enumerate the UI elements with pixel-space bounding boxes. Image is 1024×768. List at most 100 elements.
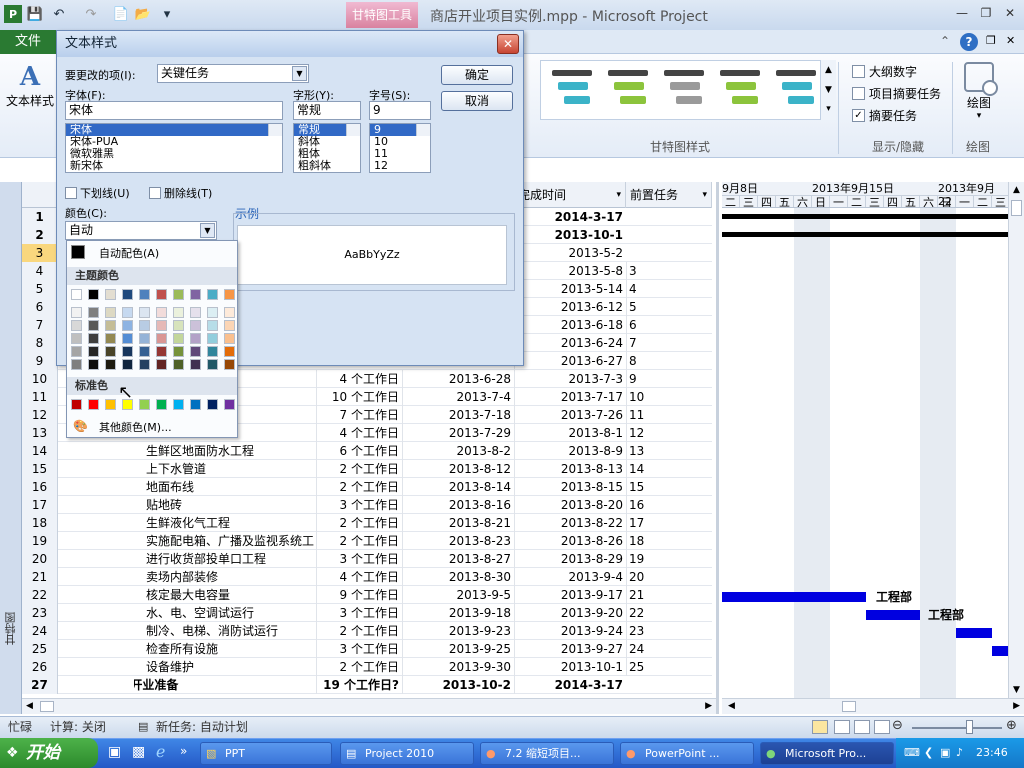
start-cell[interactable]: 2013-8-14: [402, 478, 514, 496]
duration-cell[interactable]: 2 个工作日: [316, 514, 402, 532]
ok-button[interactable]: 确定: [441, 65, 513, 85]
table-row[interactable]: 17 贴地砖 3 个工作日 2013-8-16 2013-8-20 16: [22, 496, 712, 514]
finish-cell[interactable]: 2013-7-3: [514, 370, 626, 388]
duration-cell[interactable]: 2 个工作日: [316, 622, 402, 640]
theme-color-shade[interactable]: [224, 320, 235, 331]
table-row[interactable]: 15 上下水管道 2 个工作日 2013-8-12 2013-8-13 14: [22, 460, 712, 478]
predecessors-cell[interactable]: 20: [626, 568, 712, 586]
zoom-out-icon[interactable]: ⊖: [892, 718, 903, 733]
finish-cell[interactable]: 2013-8-13: [514, 460, 626, 478]
taskbar-button-powerpoint[interactable]: ● PowerPoint ...: [620, 742, 754, 765]
start-cell[interactable]: 2013-7-29: [402, 424, 514, 442]
summary-tasks-checkbox[interactable]: ✓ 摘要任务: [852, 106, 952, 124]
duration-cell[interactable]: 3 个工作日: [316, 604, 402, 622]
finish-cell[interactable]: 2013-5-2: [514, 244, 626, 262]
item-to-change-select[interactable]: 关键任务 ▼: [157, 64, 309, 83]
list-scrollbar[interactable]: [416, 124, 430, 136]
duration-cell[interactable]: 3 个工作日: [316, 496, 402, 514]
ribbon-close-icon[interactable]: ✕: [1006, 34, 1015, 47]
predecessors-cell[interactable]: 6: [626, 316, 712, 334]
vertical-scrollbar[interactable]: ▲ ▼: [1008, 182, 1024, 698]
collapse-ribbon-icon[interactable]: ⌃: [940, 34, 950, 48]
row-number[interactable]: 22: [22, 586, 58, 604]
theme-color-shade[interactable]: [88, 333, 99, 344]
project-summary-checkbox[interactable]: 项目摘要任务: [852, 84, 952, 102]
theme-color-shade[interactable]: [71, 346, 82, 357]
quicklaunch-icon[interactable]: ▩: [132, 744, 145, 760]
minimize-icon[interactable]: —: [952, 6, 972, 24]
standard-color-swatch[interactable]: [156, 399, 167, 410]
row-number[interactable]: 8: [22, 334, 58, 352]
finish-column-header[interactable]: 完成时间 ▾: [514, 182, 626, 208]
dialog-close-icon[interactable]: ✕: [497, 34, 519, 54]
font-style-input[interactable]: 常规: [293, 101, 361, 120]
theme-color-shade[interactable]: [156, 359, 167, 370]
redo-icon[interactable]: ↷: [82, 5, 100, 23]
start-cell[interactable]: 2013-9-23: [402, 622, 514, 640]
theme-color-shade[interactable]: [71, 333, 82, 344]
duration-cell[interactable]: 9 个工作日: [316, 586, 402, 604]
predecessors-cell[interactable]: 25: [626, 658, 712, 676]
table-row[interactable]: 25 检查所有设施 3 个工作日 2013-9-25 2013-9-27 24: [22, 640, 712, 658]
table-row[interactable]: 23 水、电、空调试运行 3 个工作日 2013-9-18 2013-9-20 22: [22, 604, 712, 622]
row-number[interactable]: 1: [22, 208, 58, 226]
auto-color-option[interactable]: 自动配色(A): [99, 245, 159, 261]
predecessors-cell[interactable]: 18: [626, 532, 712, 550]
row-number[interactable]: 13: [22, 424, 58, 442]
start-cell[interactable]: 2013-8-23: [402, 532, 514, 550]
predecessors-cell[interactable]: 15: [626, 478, 712, 496]
predecessors-cell[interactable]: 9: [626, 370, 712, 388]
theme-color-shade[interactable]: [173, 307, 184, 318]
duration-cell[interactable]: 4 个工作日: [316, 568, 402, 586]
duration-cell[interactable]: 2 个工作日: [316, 478, 402, 496]
taskbar-button-ppt[interactable]: ▧ PPT: [200, 742, 332, 765]
theme-color-shade[interactable]: [139, 320, 150, 331]
task-bar[interactable]: [992, 646, 1008, 656]
taskbar-button-project2010[interactable]: ▤ Project 2010: [340, 742, 474, 765]
theme-color-shade[interactable]: [190, 333, 201, 344]
theme-color-shade[interactable]: [173, 346, 184, 357]
start-cell[interactable]: 2013-9-25: [402, 640, 514, 658]
duration-cell[interactable]: 3 个工作日: [316, 550, 402, 568]
theme-color-swatch[interactable]: [207, 289, 218, 300]
project-app-icon[interactable]: P: [4, 5, 22, 23]
gantt-style-option[interactable]: [606, 68, 652, 112]
row-number[interactable]: 17: [22, 496, 58, 514]
row-number[interactable]: 18: [22, 514, 58, 532]
duration-cell[interactable]: 19 个工作日?: [316, 676, 402, 694]
row-number[interactable]: 5: [22, 280, 58, 298]
theme-color-shade[interactable]: [71, 307, 82, 318]
theme-color-swatch[interactable]: [88, 289, 99, 300]
duration-cell[interactable]: 2 个工作日: [316, 658, 402, 676]
theme-color-shade[interactable]: [207, 333, 218, 344]
start-cell[interactable]: 2013-9-5: [402, 586, 514, 604]
start-cell[interactable]: 2013-9-30: [402, 658, 514, 676]
close-window-icon[interactable]: ✕: [1000, 6, 1020, 24]
help-icon[interactable]: ?: [960, 33, 978, 51]
gallery-up-icon[interactable]: ▲: [821, 60, 836, 80]
theme-color-shade[interactable]: [207, 320, 218, 331]
open-folder-icon[interactable]: 📂: [134, 5, 152, 23]
row-number[interactable]: 19: [22, 532, 58, 550]
predecessors-cell[interactable]: 12: [626, 424, 712, 442]
theme-color-shade[interactable]: [156, 333, 167, 344]
row-number[interactable]: 20: [22, 550, 58, 568]
row-number[interactable]: 24: [22, 622, 58, 640]
scroll-thumb[interactable]: [842, 701, 856, 712]
theme-color-swatch[interactable]: [190, 289, 201, 300]
gantt-style-option[interactable]: [718, 68, 764, 112]
row-number[interactable]: 26: [22, 658, 58, 676]
start-cell[interactable]: 2013-10-2: [402, 676, 514, 694]
table-row[interactable]: 22 核定最大电容量 9 个工作日 2013-9-5 2013-9-17 21: [22, 586, 712, 604]
font-list[interactable]: 宋体 宋体-PUA 微软雅黑 新宋体: [65, 123, 283, 173]
list-item[interactable]: 新宋体: [66, 160, 282, 172]
theme-color-shade[interactable]: [156, 346, 167, 357]
row-number[interactable]: 3: [22, 244, 58, 262]
finish-cell[interactable]: 2014-3-17: [514, 676, 626, 694]
theme-color-shade[interactable]: [105, 307, 116, 318]
gantt-view-icon[interactable]: [812, 720, 828, 734]
theme-color-shade[interactable]: [139, 333, 150, 344]
finish-cell[interactable]: 2013-6-27: [514, 352, 626, 370]
start-cell[interactable]: 2013-8-30: [402, 568, 514, 586]
outline-number-checkbox[interactable]: 大纲数字: [852, 62, 952, 80]
